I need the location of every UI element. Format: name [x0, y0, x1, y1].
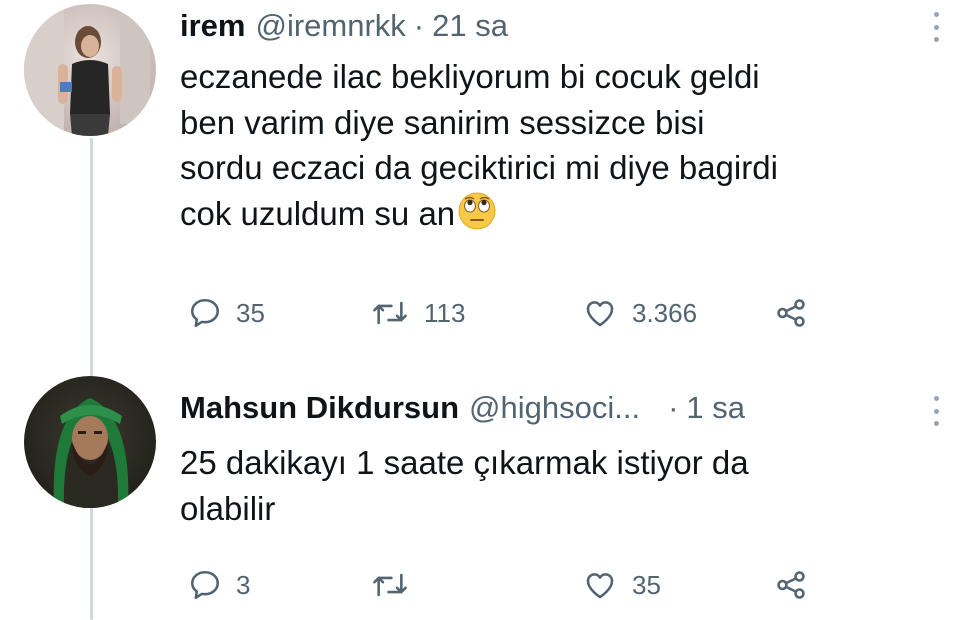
avatar[interactable] — [24, 4, 156, 136]
username[interactable]: @highsoci... — [469, 390, 640, 426]
timestamp[interactable]: 1 sa — [686, 390, 745, 426]
display-name[interactable]: irem — [180, 8, 245, 44]
retweet-button[interactable]: 113 — [370, 296, 465, 330]
heart-icon — [582, 568, 618, 602]
tweet-header: irem @iremnrkk · 21 sa — [180, 8, 508, 48]
separator-dot: · — [668, 390, 679, 425]
tweet-text-line: sordu eczaci da geciktirici mi diye bagi… — [180, 149, 778, 186]
avatar[interactable] — [24, 376, 156, 508]
display-name[interactable]: Mahsun Dikdursun — [180, 390, 459, 426]
tweet-text-line: ben varim diye sanirim sessizce bisi — [180, 103, 705, 141]
timestamp[interactable]: 21 sa — [432, 8, 508, 44]
tweet-text-line: eczanede ilac bekliyorum bi cocuk geldi — [180, 58, 760, 95]
like-count: 3.366 — [632, 297, 698, 328]
more-options-icon[interactable] — [931, 12, 941, 42]
share-icon — [774, 296, 808, 330]
retweet-button[interactable] — [370, 568, 424, 602]
tweet[interactable]: Mahsun Dikdursun @highsoci... · 1 sa 25 … — [0, 372, 967, 618]
reply-icon — [188, 568, 222, 602]
reply-button[interactable]: 3 — [188, 568, 250, 602]
reply-button[interactable]: 35 — [188, 296, 265, 330]
tweet-actions: 35 113 3.366 — [180, 296, 820, 336]
share-icon — [774, 568, 808, 602]
share-button[interactable] — [774, 568, 808, 602]
tweet[interactable]: irem @iremnrkk · 21 sa eczanede ilac bek… — [0, 0, 967, 360]
separator-dot: · — [413, 8, 425, 43]
retweet-count: 113 — [424, 297, 466, 328]
tweet-text-line: cok uzuldum su an — [180, 194, 456, 232]
reply-count: 3 — [236, 569, 251, 600]
like-count: 35 — [632, 569, 661, 600]
tweet-text: 25 dakikayı 1 saate çıkarmak istiyor da … — [180, 440, 940, 531]
tweet-text-line: 25 dakikayı 1 saate çıkarmak istiyor da — [180, 444, 749, 481]
tweet-header: Mahsun Dikdursun @highsoci... · 1 sa — [180, 390, 745, 430]
heart-icon — [582, 296, 618, 330]
more-options-icon[interactable] — [931, 396, 941, 426]
retweet-icon — [370, 296, 410, 330]
retweet-icon — [370, 568, 410, 602]
rolling-eyes-emoji-icon — [457, 191, 497, 243]
reply-count: 35 — [236, 297, 265, 328]
share-button[interactable] — [774, 296, 808, 330]
like-button[interactable]: 35 — [582, 568, 661, 602]
tweet-text-line-with-emoji: cok uzuldum su an — [180, 191, 940, 243]
reply-icon — [188, 296, 222, 330]
tweet-text-line: olabilir — [180, 489, 276, 527]
tweet-text: eczanede ilac bekliyorum bi cocuk geldi … — [180, 54, 940, 242]
like-button[interactable]: 3.366 — [582, 296, 697, 330]
tweet-actions: 3 35 — [180, 568, 820, 608]
username[interactable]: @iremnrkk — [255, 8, 405, 44]
